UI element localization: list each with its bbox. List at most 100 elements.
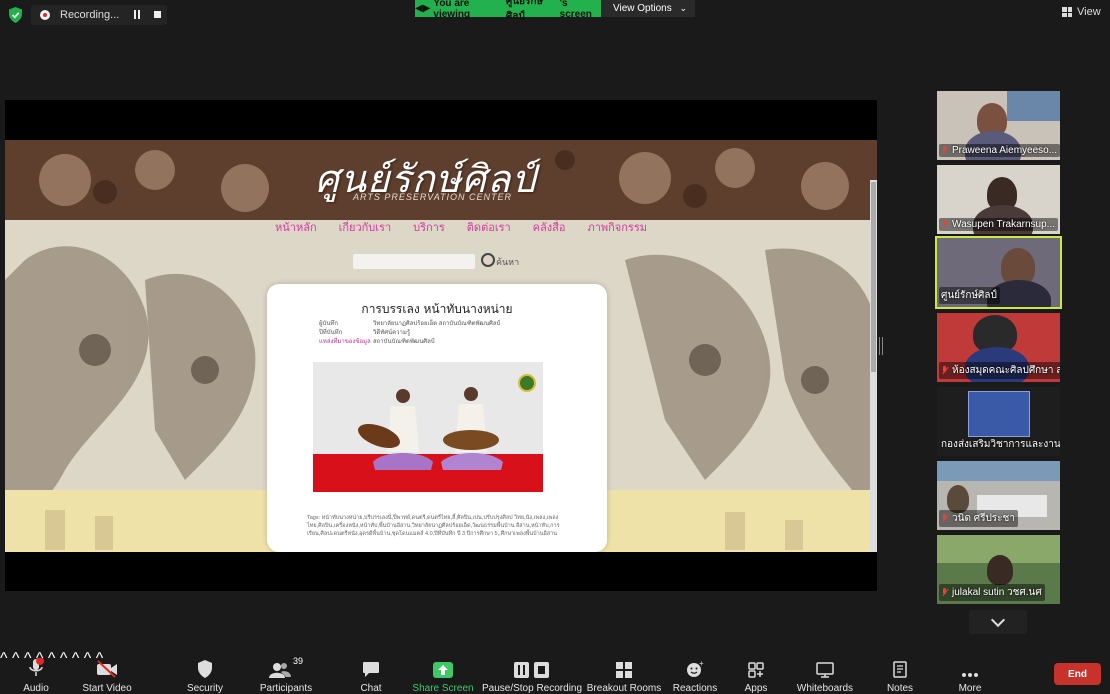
participant-tile[interactable]: วนิด ศรีประชา: [937, 461, 1060, 530]
more-label: More: [958, 683, 982, 694]
site-nav-item[interactable]: ภาพกิจกรรม: [587, 218, 647, 236]
apps-caret-icon[interactable]: ^: [72, 650, 80, 667]
participant-tile[interactable]: ห้องสมุดคณะศิลปศึกษา ส...: [937, 313, 1060, 382]
pause-stop-recording-label: Pause/Stop Recording: [481, 683, 583, 694]
video-off-icon: [97, 660, 117, 678]
share-screen-icon: [433, 662, 453, 678]
participant-tile[interactable]: julakal sutin วชศ.นศ: [937, 535, 1060, 604]
muted-mic-icon: [941, 146, 948, 155]
participant-name: Praweena Aiemyeeso...: [952, 145, 1058, 156]
recording-label: Recording...: [60, 9, 120, 21]
muted-mic-icon: [941, 220, 948, 229]
participants-button[interactable]: 39 Participants: [260, 650, 312, 694]
meta-value: วิดีทัศน์ความรู้: [373, 330, 411, 336]
media-card-title: การบรรเลง หน้าทับนางหน่าย: [361, 302, 513, 316]
svg-text:+: +: [699, 660, 704, 668]
reactions-smiley-icon: +: [687, 660, 704, 677]
media-tags: Tags: หน้าทับนางหน่าย,บรีบรรเลงนี่,ปี่พา…: [307, 515, 560, 537]
recording-dot-icon: [40, 10, 50, 20]
pause-stop-recording-button[interactable]: Pause/Stop Recording: [482, 650, 582, 694]
chat-button[interactable]: Chat: [358, 650, 384, 694]
audio-button[interactable]: Audio: [18, 650, 54, 694]
chevron-down-icon: [990, 612, 1006, 628]
more-button[interactable]: More: [956, 650, 984, 694]
media-photo[interactable]: [313, 362, 543, 492]
view-options-button[interactable]: View Options ⌄: [601, 0, 695, 17]
start-video-button[interactable]: Start Video: [82, 650, 132, 694]
participant-name: ห้องสมุดคณะศิลปศึกษา ส...: [952, 365, 1060, 376]
muted-mic-icon: [941, 366, 948, 375]
participant-name: Wasupen Trakarnsup...: [952, 219, 1056, 230]
notes-label: Notes: [886, 683, 914, 694]
end-meeting-button[interactable]: End: [1054, 663, 1101, 685]
participant-name: julakal sutin วชศ.นศ: [952, 587, 1042, 598]
apps-button[interactable]: Apps: [742, 650, 770, 694]
site-logo-english: ARTS PRESERVATION CENTER: [353, 192, 513, 202]
pause-recording-icon[interactable]: [134, 10, 142, 20]
reactions-label: Reactions: [672, 683, 718, 694]
muted-mic-icon: [941, 514, 948, 523]
security-button[interactable]: Security: [186, 650, 224, 694]
view-button[interactable]: View: [1062, 6, 1101, 18]
participant-tile[interactable]: Praweena Aiemyeeso...: [937, 91, 1060, 160]
stop-recording-icon[interactable]: [154, 11, 161, 18]
site-nav-item[interactable]: บริการ: [413, 218, 445, 236]
viewing-prefix: You are viewing: [433, 0, 471, 20]
chevron-down-icon: ⌄: [679, 3, 687, 13]
apps-label: Apps: [744, 683, 768, 694]
breakout-rooms-label: Breakout Rooms: [586, 683, 662, 694]
chat-label: Chat: [360, 683, 382, 694]
site-scrollbar[interactable]: [870, 180, 877, 552]
participant-name: วนิด ศรีประชา: [952, 513, 1015, 524]
meta-value: สถาบันบัณฑิตพัฒนศิลป์: [373, 339, 435, 345]
view-options-label: View Options: [613, 3, 672, 14]
share-screen-button[interactable]: Share Screen: [412, 650, 474, 694]
participant-tile-active-speaker[interactable]: ศูนย์รักษ์ศิลป์: [935, 236, 1062, 309]
viewing-suffix: 's screen: [559, 0, 592, 20]
shared-website: ศูนย์รักษ์ศิลป์ ARTS PRESERVATION CENTER…: [5, 140, 877, 552]
breakout-rooms-button[interactable]: Breakout Rooms: [586, 650, 662, 694]
participants-count: 39: [292, 656, 303, 666]
security-label: Security: [186, 683, 224, 694]
pause-stop-icon: [514, 662, 549, 678]
muted-mic-icon: [941, 588, 948, 597]
participant-name: ศูนย์รักษ์ศิลป์: [941, 290, 997, 301]
start-video-label: Start Video: [82, 683, 132, 694]
participant-tile[interactable]: กองส่งเสริมวิชาการและงานวิจัย: [937, 387, 1060, 456]
breakout-rooms-icon: [616, 662, 632, 678]
participants-icon: [268, 663, 291, 678]
site-search-input[interactable]: [353, 254, 475, 269]
reactions-button[interactable]: + Reactions: [672, 650, 718, 694]
shared-screen[interactable]: ศูนย์รักษ์ศิลป์ ARTS PRESERVATION CENTER…: [5, 100, 877, 591]
search-icon[interactable]: [481, 253, 495, 267]
site-nav-item[interactable]: หน้าหลัก: [275, 218, 317, 236]
more-participants-button[interactable]: [969, 610, 1027, 634]
chat-bubble-icon: [363, 662, 379, 677]
participants-label: Participants: [259, 683, 313, 694]
grid-view-icon: [1062, 7, 1072, 17]
top-bar: Recording... ◀▶ You are viewing ศูนย์รัก…: [0, 0, 1110, 30]
participant-tile[interactable]: Wasupen Trakarnsup...: [937, 165, 1060, 234]
organization-logo: [968, 391, 1030, 437]
audio-options-caret-icon[interactable]: ^: [0, 650, 8, 667]
audio-label: Audio: [23, 683, 49, 694]
shield-icon[interactable]: [8, 7, 23, 23]
share-screen-label: Share Screen: [412, 683, 474, 694]
viewing-banner: ◀▶ You are viewing ศูนย์รักษ์ศิลป์ 's sc…: [415, 0, 601, 22]
reactions-caret-icon[interactable]: ^: [60, 650, 68, 667]
site-search-label[interactable]: ค้นหา: [496, 255, 519, 269]
notes-button[interactable]: Notes: [886, 650, 914, 694]
media-card-meta: ผู้บันทึก วิทยาลัยนาฏศิลปร้อยเอ็ด สถาบันบ…: [319, 320, 500, 347]
more-dots-icon: [962, 673, 978, 677]
meta-key: แหล่งที่มาของข้อมูล: [319, 339, 371, 345]
whiteboards-button[interactable]: Whiteboards: [796, 650, 854, 694]
meeting-toolbar: Audio ^ Start Video ^ Security 39 Partic…: [0, 650, 1110, 694]
site-nav-item[interactable]: คลังสื่อ: [533, 218, 566, 236]
site-nav-item[interactable]: เกี่ยวกับเรา: [339, 218, 392, 236]
meta-value: วิทยาลัยนาฏศิลปร้อยเอ็ด สถาบันบัณฑิตพัฒน…: [373, 321, 501, 327]
participant-name: กองส่งเสริมวิชาการและงานวิจัย: [941, 439, 1060, 450]
panel-resize-handle[interactable]: [879, 337, 883, 357]
whiteboards-label: Whiteboards: [796, 683, 854, 694]
meta-key: ผู้บันทึก: [319, 321, 339, 327]
site-nav-item[interactable]: ติดต่อเรา: [467, 218, 511, 236]
